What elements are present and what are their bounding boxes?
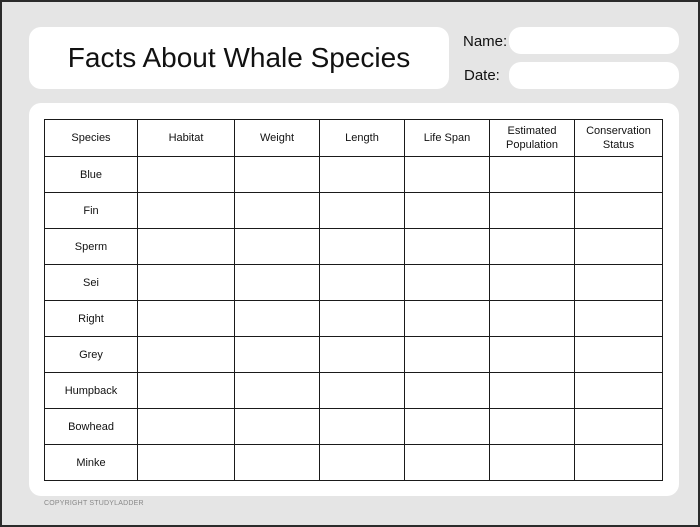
- weight-cell[interactable]: [234, 372, 320, 409]
- habitat-cell[interactable]: [137, 228, 235, 265]
- status-cell[interactable]: [574, 192, 663, 229]
- habitat-cell[interactable]: [137, 264, 235, 301]
- weight-cell[interactable]: [234, 300, 320, 337]
- life-span-cell[interactable]: [404, 192, 490, 229]
- life-span-cell[interactable]: [404, 300, 490, 337]
- header-habitat: Habitat: [137, 119, 235, 157]
- length-cell[interactable]: [319, 336, 405, 373]
- habitat-cell[interactable]: [137, 372, 235, 409]
- weight-cell[interactable]: [234, 336, 320, 373]
- life-span-cell[interactable]: [404, 228, 490, 265]
- date-label: Date:: [464, 67, 500, 84]
- species-cell: Sei: [44, 264, 138, 301]
- page-title: Facts About Whale Species: [67, 42, 411, 73]
- habitat-cell[interactable]: [137, 408, 235, 445]
- population-cell[interactable]: [489, 156, 575, 193]
- header-length: Length: [319, 119, 405, 157]
- life-span-cell[interactable]: [404, 408, 490, 445]
- species-cell: Sperm: [44, 228, 138, 265]
- length-cell[interactable]: [319, 228, 405, 265]
- header-species: Species: [44, 119, 138, 157]
- species-cell: Right: [44, 300, 138, 337]
- length-cell[interactable]: [319, 192, 405, 229]
- date-field[interactable]: [509, 62, 679, 89]
- population-cell[interactable]: [489, 372, 575, 409]
- population-cell[interactable]: [489, 264, 575, 301]
- table-row: Bowhead: [44, 408, 663, 445]
- habitat-cell[interactable]: [137, 192, 235, 229]
- species-cell: Bowhead: [44, 408, 138, 445]
- header-life-span: Life Span: [404, 119, 490, 157]
- habitat-cell[interactable]: [137, 336, 235, 373]
- length-cell[interactable]: [319, 408, 405, 445]
- status-cell[interactable]: [574, 264, 663, 301]
- table-row: Humpback: [44, 372, 663, 409]
- table-header-row: Species Habitat Weight Length Life Span …: [44, 119, 663, 157]
- header-estimated-population: Estimated Population: [489, 119, 575, 157]
- weight-cell[interactable]: [234, 444, 320, 481]
- header-estimated-population-label: Estimated Population: [506, 125, 558, 151]
- status-cell[interactable]: [574, 444, 663, 481]
- life-span-cell[interactable]: [404, 372, 490, 409]
- copyright-notice: COPYRIGHT STUDYLADDER: [44, 500, 144, 507]
- population-cell[interactable]: [489, 228, 575, 265]
- table-row: Blue: [44, 156, 663, 193]
- population-cell[interactable]: [489, 408, 575, 445]
- species-cell: Fin: [44, 192, 138, 229]
- population-cell[interactable]: [489, 192, 575, 229]
- table-row: Right: [44, 300, 663, 337]
- species-cell: Humpback: [44, 372, 138, 409]
- status-cell[interactable]: [574, 372, 663, 409]
- status-cell[interactable]: [574, 300, 663, 337]
- length-cell[interactable]: [319, 264, 405, 301]
- weight-cell[interactable]: [234, 408, 320, 445]
- species-cell: Grey: [44, 336, 138, 373]
- status-cell[interactable]: [574, 156, 663, 193]
- life-span-cell[interactable]: [404, 444, 490, 481]
- name-label: Name:: [463, 33, 508, 50]
- status-cell[interactable]: [574, 336, 663, 373]
- habitat-cell[interactable]: [137, 300, 235, 337]
- status-cell[interactable]: [574, 228, 663, 265]
- table-row: Sperm: [44, 228, 663, 265]
- population-cell[interactable]: [489, 300, 575, 337]
- life-span-cell[interactable]: [404, 156, 490, 193]
- header-conservation-status: Conservation Status: [574, 119, 663, 157]
- population-cell[interactable]: [489, 444, 575, 481]
- name-field[interactable]: [509, 27, 679, 54]
- length-cell[interactable]: [319, 156, 405, 193]
- length-cell[interactable]: [319, 300, 405, 337]
- title-box: Facts About Whale Species: [29, 27, 449, 89]
- length-cell[interactable]: [319, 444, 405, 481]
- worksheet-page: Facts About Whale Species Name: Date: Sp…: [0, 0, 700, 527]
- table-row: Sei: [44, 264, 663, 301]
- weight-cell[interactable]: [234, 156, 320, 193]
- whale-facts-table: Species Habitat Weight Length Life Span …: [44, 119, 663, 481]
- life-span-cell[interactable]: [404, 336, 490, 373]
- life-span-cell[interactable]: [404, 264, 490, 301]
- header-weight: Weight: [234, 119, 320, 157]
- table-row: Fin: [44, 192, 663, 229]
- population-cell[interactable]: [489, 336, 575, 373]
- habitat-cell[interactable]: [137, 156, 235, 193]
- weight-cell[interactable]: [234, 264, 320, 301]
- table-row: Grey: [44, 336, 663, 373]
- species-cell: Minke: [44, 444, 138, 481]
- weight-cell[interactable]: [234, 228, 320, 265]
- table-panel: Species Habitat Weight Length Life Span …: [29, 103, 679, 496]
- table-row: Minke: [44, 444, 663, 481]
- species-cell: Blue: [44, 156, 138, 193]
- weight-cell[interactable]: [234, 192, 320, 229]
- habitat-cell[interactable]: [137, 444, 235, 481]
- header-conservation-status-label: Conservation Status: [586, 125, 651, 151]
- length-cell[interactable]: [319, 372, 405, 409]
- status-cell[interactable]: [574, 408, 663, 445]
